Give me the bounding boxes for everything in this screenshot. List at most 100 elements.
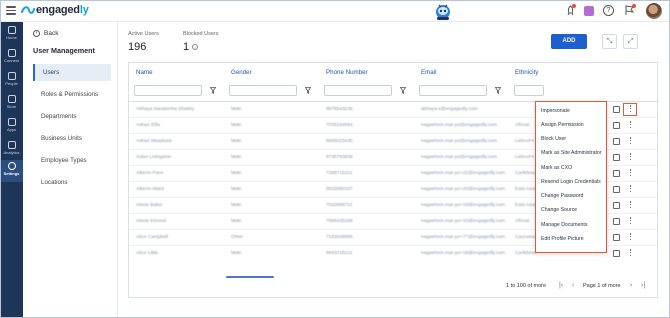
phone-filter-input[interactable] (324, 85, 392, 96)
home-icon (7, 26, 16, 34)
last-page-icon[interactable]: ›| (641, 282, 645, 289)
cell-gender: Male (231, 123, 242, 128)
open-external-icon[interactable] (613, 106, 620, 113)
menu-item-mark-site-admin[interactable]: Mark as Site Administrator (541, 150, 602, 156)
table-header: Name Gender Phone Number Email Ethnicity (129, 63, 657, 83)
add-user-button[interactable]: ADD (551, 34, 587, 49)
prev-page-icon[interactable]: ‹ (572, 282, 574, 289)
cell-gender: Male (231, 171, 242, 176)
more-actions-icon[interactable] (628, 249, 633, 259)
rail-item-store[interactable]: Store (0, 93, 23, 115)
sidebar-item-departments[interactable]: Departments (33, 108, 111, 125)
more-actions-icon[interactable] (628, 217, 633, 227)
open-external-icon[interactable] (613, 122, 620, 129)
cell-name: Adrian Ellis (136, 123, 160, 128)
cell-email: nagashree.mar-yo@engagedly.com (421, 139, 497, 144)
menu-item-resend-credentials[interactable]: Resend Login Credentials (541, 179, 601, 185)
blocked-users-label: Blocked Users (183, 31, 219, 37)
menu-item-edit-profile-picture[interactable]: Edit Profile Picture (541, 236, 584, 242)
menu-item-assign-permission[interactable]: Assign Permission (541, 122, 584, 128)
sidebar-item-users[interactable]: Users (33, 64, 111, 81)
cell-name: Alice Campbell (136, 235, 168, 240)
column-header-gender[interactable]: Gender (231, 69, 252, 76)
sidebar-item-employee-types[interactable]: Employee Types (33, 152, 111, 169)
cell-ethnicity: African (515, 123, 530, 128)
fullscreen-icon[interactable]: ⤢ (623, 34, 638, 49)
column-header-email[interactable]: Email (421, 69, 436, 76)
mascot-icon[interactable] (433, 2, 453, 21)
cell-email: nagashree.mar-yo+19@engagedly.com (421, 203, 506, 208)
more-actions-icon[interactable] (628, 153, 633, 163)
more-actions-icon[interactable] (628, 169, 633, 179)
rail-item-people[interactable]: People (0, 70, 23, 92)
collapse-icon[interactable]: ⤡ (602, 34, 617, 49)
cell-ethnicity: Caribbean (515, 251, 538, 256)
open-external-icon[interactable] (613, 202, 620, 209)
menu-item-mark-cxo[interactable]: Mark as CXO (541, 165, 572, 171)
cell-name: Alexis Kimmel (136, 219, 167, 224)
rail-item-apps[interactable]: Apps (0, 116, 23, 138)
filter-icon[interactable] (210, 87, 216, 94)
filter-icon[interactable] (305, 87, 311, 94)
menu-item-block-user[interactable]: Block User (541, 136, 566, 142)
sidebar-item-locations[interactable]: Locations (33, 174, 111, 191)
sidebar-item-roles-permissions[interactable]: Roles & Permissions (33, 86, 111, 103)
more-actions-icon[interactable] (628, 121, 633, 131)
open-external-icon[interactable] (613, 170, 620, 177)
cell-gender: Other (231, 235, 243, 240)
column-header-phone[interactable]: Phone Number (326, 69, 368, 76)
email-filter-input[interactable] (419, 85, 487, 96)
menu-item-impersonate[interactable]: Impersonate (541, 108, 570, 114)
cell-email: abhaya.s@engagedly.com (421, 107, 478, 112)
cell-phone: 9693218221 (326, 251, 353, 256)
rail-item-home[interactable]: Home (0, 24, 23, 46)
column-header-ethnicity[interactable]: Ethnicity (515, 69, 538, 76)
next-page-icon[interactable]: › (630, 282, 632, 289)
name-filter-input[interactable] (134, 85, 202, 96)
open-external-icon[interactable] (613, 218, 620, 225)
more-actions-icon[interactable] (628, 201, 633, 211)
open-external-icon[interactable] (613, 250, 620, 257)
open-external-icon[interactable] (613, 234, 620, 241)
open-external-icon[interactable] (613, 186, 620, 193)
more-actions-icon[interactable] (628, 137, 633, 147)
open-external-icon[interactable] (613, 138, 620, 145)
ethnicity-filter-input[interactable] (514, 85, 544, 96)
cell-email: nagashree.mar-yo+22@engagedly.com (421, 171, 506, 176)
help-icon[interactable]: ? (603, 5, 614, 16)
notification-dot (572, 4, 576, 8)
cell-name: Alberto Ward (136, 187, 164, 192)
first-page-icon[interactable]: |‹ (559, 282, 563, 289)
open-external-icon[interactable] (613, 154, 620, 161)
gender-filter-input[interactable] (229, 85, 297, 96)
menu-icon[interactable] (6, 6, 16, 16)
sidebar-title: User Management (33, 46, 95, 55)
cell-gender: Male (231, 139, 242, 144)
apps-icon (7, 118, 16, 126)
filter-icon[interactable] (495, 87, 501, 94)
menu-item-change-source[interactable]: Change Source (541, 207, 577, 213)
apps-launcher-icon[interactable] (584, 6, 594, 16)
back-button[interactable]: ‹ Back (33, 30, 58, 37)
flag-notification-dot (632, 4, 636, 8)
rail-item-connect[interactable]: Connect (0, 47, 23, 69)
pagination-range: 1 to 100 of more (506, 283, 547, 289)
menu-item-manage-documents[interactable]: Manage Documents (541, 222, 587, 228)
more-actions-icon[interactable] (628, 185, 633, 195)
brand-logo[interactable]: engagedly (36, 4, 89, 16)
filter-icon[interactable] (400, 87, 406, 94)
more-actions-icon[interactable] (628, 233, 633, 243)
back-arrow-icon: ‹ (33, 30, 40, 37)
rail-item-settings[interactable]: Settings (0, 160, 23, 182)
info-icon[interactable]: i (192, 44, 199, 51)
avatar[interactable] (646, 3, 662, 19)
menu-item-change-password[interactable]: Change Password (541, 193, 583, 199)
cell-phone: 8665023430 (326, 139, 353, 144)
sidebar-item-business-units[interactable]: Business Units (33, 130, 111, 147)
horizontal-scrollbar[interactable] (226, 276, 274, 278)
rail-item-analytics[interactable]: Analytics (0, 139, 23, 161)
cell-ethnicity: Latino/Hi (515, 139, 534, 144)
cell-phone: 7039184564 (326, 123, 353, 128)
cell-gender: Male (231, 155, 242, 160)
column-header-name[interactable]: Name (136, 69, 153, 76)
